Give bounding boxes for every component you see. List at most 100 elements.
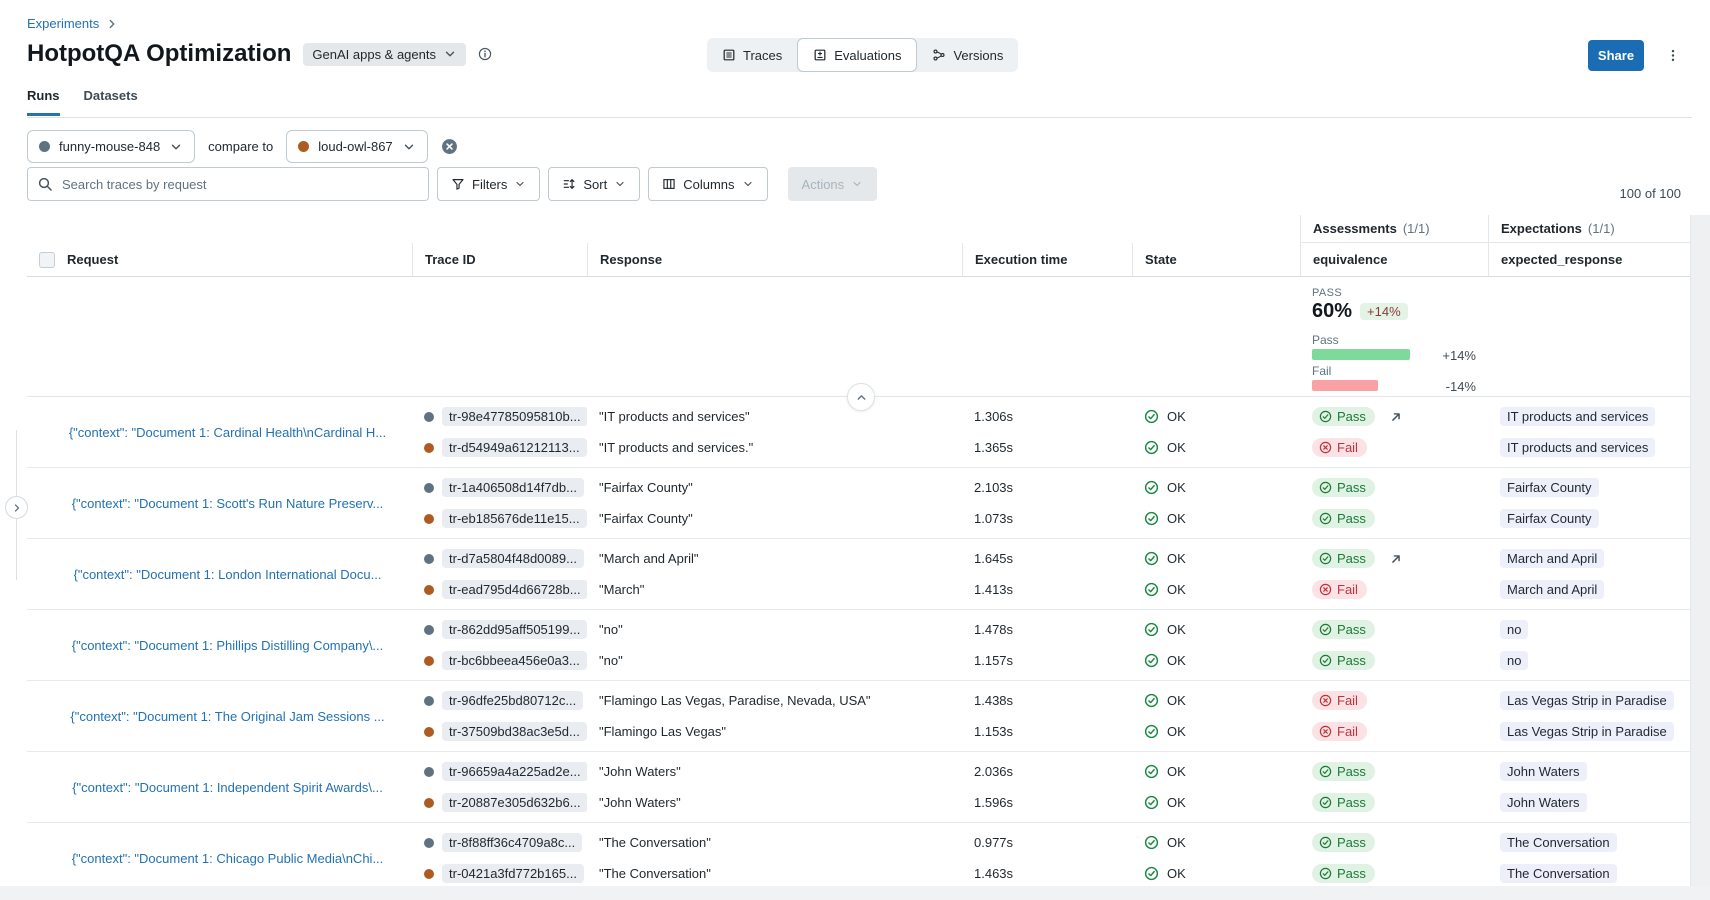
expand-side-panel-button[interactable] xyxy=(5,496,28,519)
search-box xyxy=(27,167,429,201)
tab-datasets[interactable]: Datasets xyxy=(84,88,138,116)
request-link[interactable]: {"context": "Document 1: Scott's Run Nat… xyxy=(72,496,384,511)
request-link[interactable]: {"context": "Document 1: The Original Ja… xyxy=(70,709,384,724)
trace-id-badge[interactable]: tr-862dd95aff505199... xyxy=(442,620,587,639)
response-text: "no" xyxy=(599,619,950,641)
column-header-expected-response[interactable]: expected_response xyxy=(1488,243,1692,277)
breadcrumb-experiments-link[interactable]: Experiments xyxy=(27,16,99,31)
table-row: {"context": "Document 1: Independent Spi… xyxy=(27,752,1692,823)
run-b-name: loud-owl-867 xyxy=(318,139,392,154)
trace-id-badge[interactable]: tr-1a406508d14f7db... xyxy=(442,478,584,497)
trace-id-badge[interactable]: tr-0421a3fd772b165... xyxy=(442,864,584,883)
clear-compare-button[interactable] xyxy=(441,138,458,155)
horizontal-scrollbar-track[interactable] xyxy=(0,886,1710,900)
fail-bar: -14% xyxy=(1312,380,1476,391)
state-badge: OK xyxy=(1144,508,1288,530)
execution-time: 1.073s xyxy=(974,508,1120,530)
pass-badge[interactable]: Pass xyxy=(1312,651,1375,670)
column-header-execution-time[interactable]: Execution time xyxy=(962,243,1132,277)
response-text: "IT products and services" xyxy=(599,406,950,428)
summary-pass-label: PASS xyxy=(1312,287,1476,299)
pass-badge[interactable]: Pass xyxy=(1312,509,1375,528)
run-dot xyxy=(424,514,434,524)
actions-button[interactable]: Actions xyxy=(788,167,878,201)
state-label: OK xyxy=(1167,622,1186,637)
expected-response-badge: IT products and services xyxy=(1500,407,1655,426)
trace-id-badge[interactable]: tr-d54949a61212113... xyxy=(442,438,587,457)
column-header-request[interactable]: Request xyxy=(27,243,412,277)
tab-versions[interactable]: Versions xyxy=(917,38,1018,72)
column-header-trace-id[interactable]: Trace ID xyxy=(412,243,587,277)
experiment-type-label: GenAI apps & agents xyxy=(312,47,436,62)
tab-traces[interactable]: Traces xyxy=(707,38,797,72)
fail-badge[interactable]: Fail xyxy=(1312,438,1367,457)
search-input[interactable] xyxy=(27,167,429,201)
state-badge: OK xyxy=(1144,792,1288,814)
overflow-menu-button[interactable] xyxy=(1660,40,1686,71)
pass-badge[interactable]: Pass xyxy=(1312,793,1375,812)
vertical-scrollbar-track[interactable] xyxy=(1690,215,1710,900)
request-link[interactable]: {"context": "Document 1: Phillips Distil… xyxy=(72,638,384,653)
trace-id-badge[interactable]: tr-eb185676de11e15... xyxy=(442,509,587,528)
pass-badge[interactable]: Pass xyxy=(1312,478,1375,497)
fail-badge[interactable]: Fail xyxy=(1312,691,1367,710)
trace-id-badge[interactable]: tr-ead795d4d66728b... xyxy=(442,580,587,599)
trace-id-badge[interactable]: tr-98e47785095810b... xyxy=(442,407,587,426)
traces-icon xyxy=(722,48,736,62)
execution-time: 1.478s xyxy=(974,619,1120,641)
tab-runs[interactable]: Runs xyxy=(27,88,60,116)
select-all-checkbox[interactable] xyxy=(39,252,55,268)
info-icon[interactable] xyxy=(478,47,492,61)
columns-button[interactable]: Columns xyxy=(648,167,767,201)
tabs-divider xyxy=(27,117,1692,118)
request-link[interactable]: {"context": "Document 1: Cardinal Health… xyxy=(69,425,386,440)
check-circle-icon xyxy=(1319,765,1332,778)
pass-badge[interactable]: Pass xyxy=(1312,864,1375,883)
trace-id-badge[interactable]: tr-d7a5804f48d0089... xyxy=(442,549,584,568)
share-button[interactable]: Share xyxy=(1588,40,1644,71)
trace-id-badge[interactable]: tr-96659a4a225ad2e... xyxy=(442,762,587,781)
trace-id-badge[interactable]: tr-bc6bbeea456e0a3... xyxy=(442,651,587,670)
fail-badge[interactable]: Fail xyxy=(1312,580,1367,599)
sort-button[interactable]: Sort xyxy=(548,167,640,201)
trace-id-badge[interactable]: tr-96dfe25bd80712c... xyxy=(442,691,583,710)
request-link[interactable]: {"context": "Document 1: Independent Spi… xyxy=(72,780,383,795)
fail-badge[interactable]: Fail xyxy=(1312,722,1367,741)
response-text: "Fairfax County" xyxy=(599,477,950,499)
request-link[interactable]: {"context": "Document 1: London Internat… xyxy=(74,567,382,582)
trace-id-badge[interactable]: tr-37509bd38ac3e5d... xyxy=(442,722,587,741)
run-a-select[interactable]: funny-mouse-848 xyxy=(27,130,195,163)
collapse-summary-button[interactable] xyxy=(847,383,875,411)
pass-badge[interactable]: Pass xyxy=(1312,620,1375,639)
pass-badge[interactable]: Pass xyxy=(1312,762,1375,781)
column-header-state[interactable]: State xyxy=(1132,243,1300,277)
state-label: OK xyxy=(1167,866,1186,881)
summary-delta-badge: +14% xyxy=(1360,303,1408,320)
check-circle-icon xyxy=(1144,511,1159,526)
response-text: "no" xyxy=(599,650,950,672)
pass-badge[interactable]: Pass xyxy=(1312,833,1375,852)
execution-time: 1.157s xyxy=(974,650,1120,672)
pass-badge[interactable]: Pass xyxy=(1312,549,1375,568)
trace-id-badge[interactable]: tr-8f88ff36c4709a8c... xyxy=(442,833,582,852)
expected-response-badge: John Waters xyxy=(1500,793,1587,812)
sort-icon xyxy=(562,177,576,191)
trace-id-badge[interactable]: tr-20887e305d632b6... xyxy=(442,793,587,812)
experiment-type-dropdown[interactable]: GenAI apps & agents xyxy=(303,43,466,66)
column-header-equivalence[interactable]: equivalence xyxy=(1300,243,1488,277)
run-b-select[interactable]: loud-owl-867 xyxy=(286,130,427,163)
tab-versions-label: Versions xyxy=(953,48,1003,63)
response-text: "March" xyxy=(599,579,950,601)
state-badge: OK xyxy=(1144,721,1288,743)
expected-response-badge: Las Vegas Strip in Paradise xyxy=(1500,691,1674,710)
request-link[interactable]: {"context": "Document 1: Chicago Public … xyxy=(72,851,384,866)
state-label: OK xyxy=(1167,440,1186,455)
response-text: "Flamingo Las Vegas, Paradise, Nevada, U… xyxy=(599,690,950,712)
tab-evaluations[interactable]: Evaluations xyxy=(797,38,917,72)
open-in-trace-arrow-icon[interactable] xyxy=(1389,552,1403,566)
column-header-response[interactable]: Response xyxy=(587,243,962,277)
filters-button[interactable]: Filters xyxy=(437,167,540,201)
open-in-trace-arrow-icon[interactable] xyxy=(1389,410,1403,424)
pass-badge[interactable]: Pass xyxy=(1312,407,1375,426)
expected-response-badge: The Conversation xyxy=(1500,864,1617,883)
